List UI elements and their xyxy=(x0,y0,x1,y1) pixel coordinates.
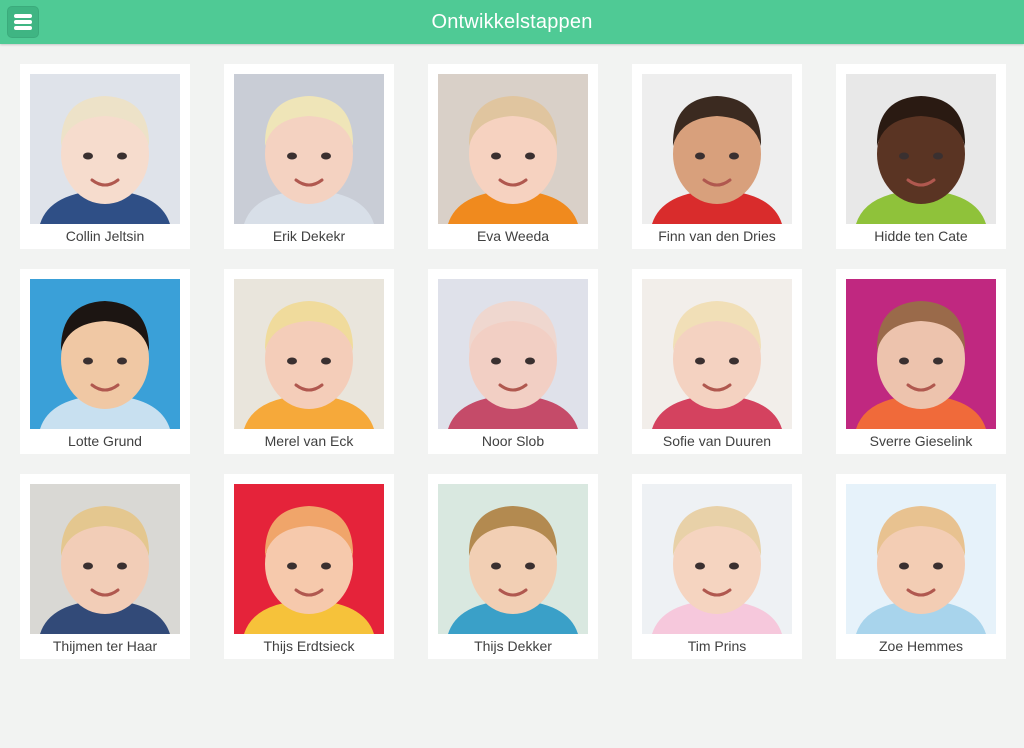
photo-eye xyxy=(491,152,501,160)
child-name: Tim Prins xyxy=(687,638,747,654)
photo-eye xyxy=(695,562,705,570)
photo-eye xyxy=(729,152,739,160)
child-photo xyxy=(234,279,384,429)
child-name: Collin Jeltsin xyxy=(65,228,145,244)
photo-eye xyxy=(287,357,297,365)
child-card[interactable]: Erik Dekekr xyxy=(224,64,394,249)
hamburger-menu-icon-bar xyxy=(14,20,32,24)
photo-eye xyxy=(525,357,535,365)
menu-button[interactable] xyxy=(7,6,39,38)
child-name: Sofie van Duuren xyxy=(662,433,772,449)
photo-eye xyxy=(933,152,943,160)
child-card[interactable]: Thijs Erdtsieck xyxy=(224,474,394,659)
photo-eye xyxy=(899,357,909,365)
photo-eye xyxy=(695,357,705,365)
photo-eye xyxy=(729,562,739,570)
photo-eye xyxy=(729,357,739,365)
app-header: Ontwikkelstappen xyxy=(0,0,1024,44)
child-card[interactable]: Noor Slob xyxy=(428,269,598,454)
photo-eye xyxy=(321,562,331,570)
photo-eye xyxy=(899,152,909,160)
child-name: Noor Slob xyxy=(481,433,545,449)
child-photo xyxy=(438,279,588,429)
photo-eye xyxy=(525,562,535,570)
child-name: Erik Dekekr xyxy=(272,228,346,244)
child-card[interactable]: Lotte Grund xyxy=(20,269,190,454)
child-card[interactable]: Zoe Hemmes xyxy=(836,474,1006,659)
child-name: Zoe Hemmes xyxy=(878,638,964,654)
child-photo xyxy=(642,279,792,429)
child-card[interactable]: Thijmen ter Haar xyxy=(20,474,190,659)
children-grid: Collin Jeltsin Erik Dekekr Eva Weeda Finn v… xyxy=(20,64,1006,659)
child-photo xyxy=(846,279,996,429)
child-name: Hidde ten Cate xyxy=(874,228,968,244)
child-photo xyxy=(846,74,996,224)
child-card[interactable]: Hidde ten Cate xyxy=(836,64,1006,249)
child-name: Sverre Gieselink xyxy=(869,433,973,449)
child-photo xyxy=(642,484,792,634)
child-name: Lotte Grund xyxy=(68,433,142,449)
photo-eye xyxy=(287,152,297,160)
child-photo xyxy=(30,484,180,634)
photo-eye xyxy=(491,357,501,365)
child-card[interactable]: Eva Weeda xyxy=(428,64,598,249)
child-name: Finn van den Dries xyxy=(658,228,776,244)
child-name: Thijmen ter Haar xyxy=(52,638,158,654)
child-photo xyxy=(30,74,180,224)
child-name: Merel van Eck xyxy=(264,433,354,449)
photo-eye xyxy=(117,152,127,160)
child-photo xyxy=(438,484,588,634)
child-photo xyxy=(234,74,384,224)
hamburger-menu-icon-bar xyxy=(14,26,32,30)
child-photo xyxy=(642,74,792,224)
photo-eye xyxy=(491,562,501,570)
photo-eye xyxy=(287,562,297,570)
child-photo xyxy=(30,279,180,429)
photo-eye xyxy=(695,152,705,160)
child-name: Thijs Dekker xyxy=(474,638,552,654)
photo-eye xyxy=(899,562,909,570)
child-card[interactable]: Sofie van Duuren xyxy=(632,269,802,454)
photo-eye xyxy=(83,152,93,160)
hamburger-menu-icon-bar xyxy=(14,14,32,18)
photo-eye xyxy=(321,357,331,365)
child-card[interactable]: Collin Jeltsin xyxy=(20,64,190,249)
child-card[interactable]: Thijs Dekker xyxy=(428,474,598,659)
child-photo xyxy=(234,484,384,634)
photo-eye xyxy=(933,562,943,570)
child-card[interactable]: Finn van den Dries xyxy=(632,64,802,249)
page-title: Ontwikkelstappen xyxy=(431,11,593,33)
child-card[interactable]: Tim Prins xyxy=(632,474,802,659)
photo-eye xyxy=(933,357,943,365)
child-photo xyxy=(846,484,996,634)
photo-eye xyxy=(83,357,93,365)
photo-eye xyxy=(117,357,127,365)
child-name: Eva Weeda xyxy=(476,228,550,244)
photo-eye xyxy=(83,562,93,570)
child-card[interactable]: Sverre Gieselink xyxy=(836,269,1006,454)
child-name: Thijs Erdtsieck xyxy=(263,638,355,654)
photo-eye xyxy=(525,152,535,160)
child-photo xyxy=(438,74,588,224)
photo-eye xyxy=(117,562,127,570)
child-card[interactable]: Merel van Eck xyxy=(224,269,394,454)
photo-eye xyxy=(321,152,331,160)
